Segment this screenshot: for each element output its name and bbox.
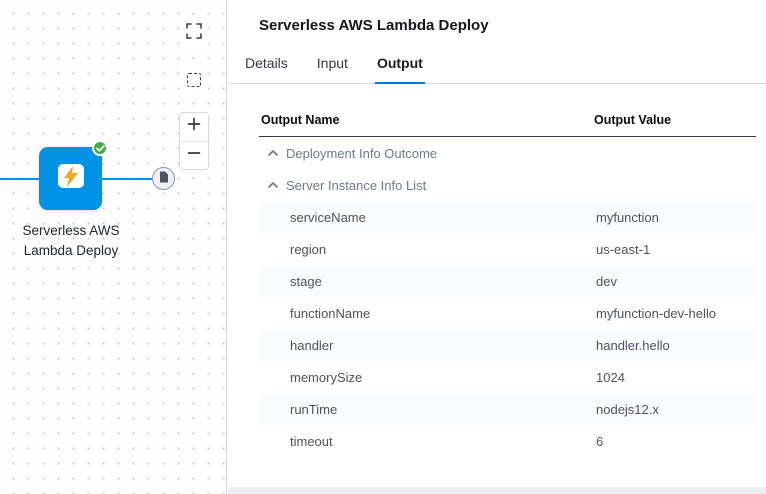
table-row: memorySize 1024 [259,361,756,393]
output-name-text: runTime [290,402,337,417]
incoming-edge [0,178,39,180]
output-name-cell: timeout [259,434,596,449]
table-row[interactable]: Server Instance Info List [259,169,756,201]
marquee-select-button[interactable] [180,66,208,94]
output-name-cell: serviceName [259,210,596,225]
output-name-text: timeout [290,434,333,449]
zoom-in-icon [187,117,201,136]
step-node-serverless-aws-lambda-deploy[interactable] [39,147,102,210]
table-row: runTime nodejs12.x [259,393,756,425]
status-badge [92,140,108,156]
tab-input[interactable]: Input [315,55,350,83]
output-name-text: serviceName [290,210,366,225]
output-table: Output Name Output Value Deployment Info… [259,105,756,457]
zoom-in-button[interactable] [180,113,208,142]
output-value-cell: 1024 [596,370,756,385]
output-name-cell: handler [259,338,596,353]
table-row: functionName myfunction-dev-hello [259,297,756,329]
output-name-cell: runTime [259,402,596,417]
output-value-cell: myfunction-dev-hello [596,306,756,321]
output-value-cell: 6 [596,434,756,449]
chevron-up-icon[interactable] [268,150,278,156]
output-table-header: Output Name Output Value [259,105,756,137]
output-name-cell: region [259,242,596,257]
table-row: timeout 6 [259,425,756,457]
tab-output[interactable]: Output [375,55,425,84]
table-row[interactable]: Deployment Info Outcome [259,137,756,169]
output-name-text: Deployment Info Outcome [286,146,437,161]
node-output-port[interactable] [152,167,175,190]
output-name-cell: functionName [259,306,596,321]
marquee-select-icon [187,73,201,87]
check-icon [96,139,105,157]
column-header-output-name: Output Name [261,113,594,127]
output-name-cell: Deployment Info Outcome [259,146,596,161]
aws-lambda-icon [53,158,89,199]
table-row: handler handler.hello [259,329,756,361]
output-name-text: functionName [290,306,370,321]
table-row: stage dev [259,265,756,297]
horizontal-scrollbar[interactable] [228,487,766,494]
output-value-cell: dev [596,274,756,289]
output-name-text: handler [290,338,333,353]
output-name-cell: stage [259,274,596,289]
zoom-out-button[interactable] [180,142,208,170]
panel-title: Serverless AWS Lambda Deploy [228,0,766,34]
output-value-cell: nodejs12.x [596,402,756,417]
app-window: Serverless AWS Lambda Deploy Serverless … [0,0,766,494]
document-icon [159,170,169,188]
output-value-cell: myfunction [596,210,756,225]
output-value-cell: handler.hello [596,338,756,353]
output-name-cell: Server Instance Info List [259,178,596,193]
outgoing-edge [101,178,153,180]
column-header-output-value: Output Value [594,113,754,127]
expand-button[interactable] [180,19,208,47]
output-name-text: Server Instance Info List [286,178,426,193]
pipeline-canvas[interactable]: Serverless AWS Lambda Deploy [0,0,227,494]
node-label: Serverless AWS Lambda Deploy [6,221,136,262]
table-row: region us-east-1 [259,233,756,265]
output-table-body: Deployment Info Outcome Server Instance … [259,137,756,457]
zoom-out-icon [187,146,201,165]
expand-icon [186,23,202,44]
step-detail-panel: Serverless AWS Lambda Deploy Details Inp… [228,0,766,494]
chevron-up-icon[interactable] [268,182,278,188]
output-name-text: region [290,242,326,257]
output-name-text: memorySize [290,370,362,385]
table-row: serviceName myfunction [259,201,756,233]
tab-bar: Details Input Output [228,55,766,84]
output-name-cell: memorySize [259,370,596,385]
output-value-cell: us-east-1 [596,242,756,257]
tab-details[interactable]: Details [243,55,290,83]
zoom-controls [179,112,209,170]
output-name-text: stage [290,274,322,289]
